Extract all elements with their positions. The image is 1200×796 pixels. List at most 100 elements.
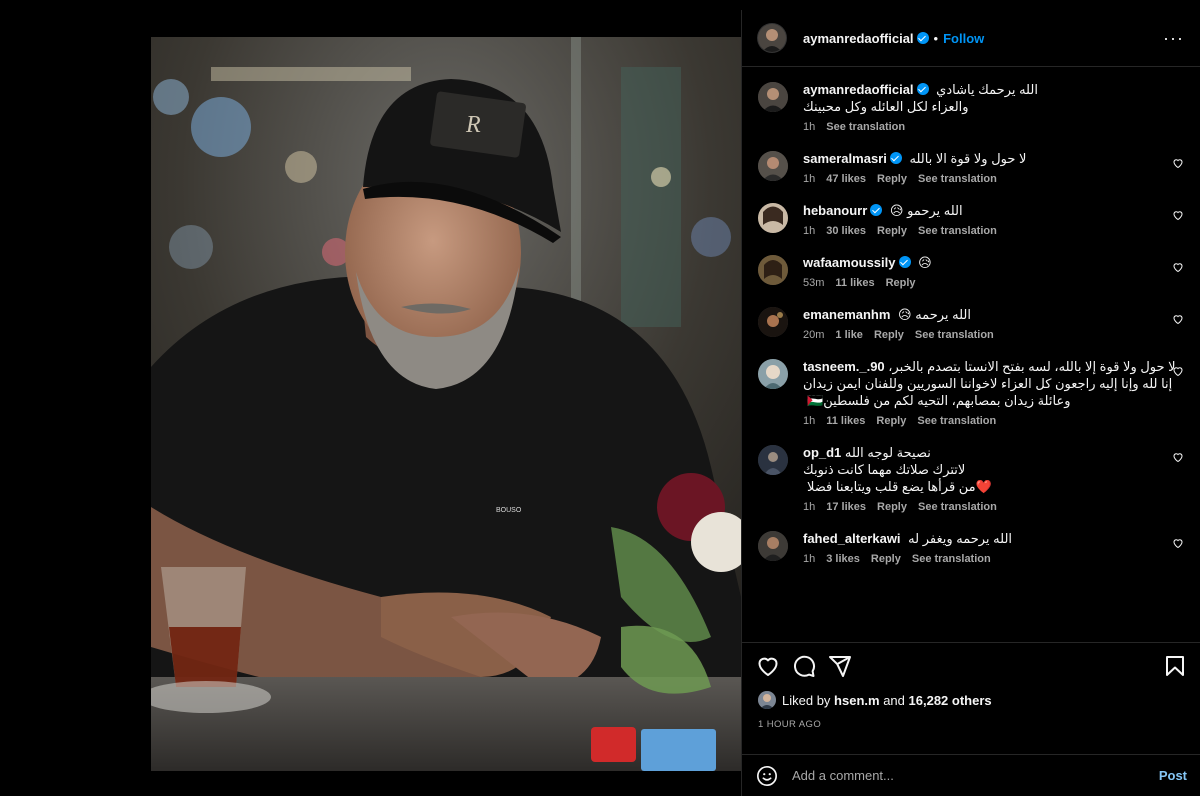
commenter-username[interactable]: sameralmasri [803, 151, 887, 166]
post-caption: aymanredaofficial الله يرحمك ياشادي والع… [742, 81, 1200, 133]
likes-prefix: Liked by [782, 692, 831, 708]
comment-item: sameralmasri لا حول ولا قوة الا بالله 1h… [742, 150, 1200, 185]
comment-time[interactable]: 1h [803, 415, 815, 427]
comment-likes[interactable]: 11 likes [835, 277, 874, 289]
svg-text:R: R [465, 112, 481, 138]
verified-icon [916, 32, 929, 44]
reply-button[interactable]: Reply [874, 329, 904, 341]
comment-text: 😥 [918, 255, 932, 270]
caption-see-translation[interactable]: See translation [826, 121, 905, 133]
heart-icon[interactable] [1172, 261, 1184, 273]
commenter-username[interactable]: fahed_alterkawi [803, 531, 901, 546]
comment-likes[interactable]: 30 likes [826, 225, 866, 237]
heart-icon[interactable] [1172, 157, 1184, 169]
bookmark-icon[interactable] [1163, 654, 1187, 678]
see-translation-button[interactable]: See translation [917, 415, 996, 427]
reply-button[interactable]: Reply [877, 173, 907, 185]
caption-line-2: والعزاء لكل العائله وكل محبينك [803, 99, 969, 114]
comment-item: fahed_alterkawi الله يرحمه ويغفر له 1h 3… [742, 530, 1200, 565]
comment-item: op_d1 نصيحة لوجه الله لاتترك صلاتك مهما … [742, 444, 1200, 513]
verified-icon [916, 83, 929, 95]
verified-icon [870, 204, 883, 216]
see-translation-button[interactable]: See translation [918, 173, 997, 185]
post-comment-button[interactable]: Post [1159, 768, 1187, 783]
commenter-avatar[interactable] [758, 151, 788, 181]
comment-item: hebanourr الله يرحمو 😥 1h 30 likes Reply… [742, 202, 1200, 237]
likes-others[interactable]: 16,282 others [909, 693, 992, 708]
comment-icon[interactable] [792, 654, 816, 678]
commenter-username[interactable]: wafaamoussily [803, 255, 896, 270]
commenter-avatar[interactable] [758, 359, 788, 389]
see-translation-button[interactable]: See translation [912, 553, 991, 565]
comment-time[interactable]: 20m [803, 329, 824, 341]
comment-text: الله يرحمه 😥 [898, 307, 971, 322]
comment-text: لا حول ولا قوة الا بالله [909, 151, 1027, 166]
see-translation-button[interactable]: See translation [915, 329, 994, 341]
share-icon[interactable] [828, 654, 852, 678]
shirt-logo-text: BOUSO [496, 507, 522, 514]
commenter-avatar[interactable] [758, 203, 788, 233]
see-translation-button[interactable]: See translation [918, 225, 997, 237]
heart-icon[interactable] [756, 654, 780, 678]
post-timestamp[interactable]: 1 HOUR AGO [742, 711, 1200, 730]
emoji-icon[interactable] [756, 765, 778, 787]
caption-username[interactable]: aymanredaofficial [803, 82, 914, 97]
likes-summary: Liked by hsen.m and 16,282 others [742, 689, 1200, 711]
comment-input[interactable] [792, 768, 1159, 783]
comment-likes[interactable]: 17 likes [826, 501, 866, 513]
commenter-username[interactable]: hebanourr [803, 203, 867, 218]
verified-icon [889, 152, 902, 164]
comment-text: الله يرحمه ويغفر له [908, 531, 1013, 546]
reply-button[interactable]: Reply [871, 553, 901, 565]
heart-icon[interactable] [1172, 537, 1184, 549]
comment-likes[interactable]: 1 like [835, 329, 863, 341]
comments-list[interactable]: aymanredaofficial الله يرحمك ياشادي والع… [742, 67, 1200, 641]
commenter-avatar[interactable] [758, 531, 788, 561]
comment-composer: Post [742, 754, 1200, 796]
more-icon[interactable]: ··· [1163, 28, 1184, 49]
comment-time[interactable]: 1h [803, 553, 815, 565]
caption-time[interactable]: 1h [803, 121, 815, 133]
author-username[interactable]: aymanredaofficial [803, 31, 914, 46]
heart-icon[interactable] [1172, 313, 1184, 325]
heart-icon[interactable] [1172, 365, 1184, 377]
post-photo[interactable]: R BOUSO [151, 37, 741, 771]
comment-time[interactable]: 1h [803, 501, 815, 513]
action-icons [742, 643, 1200, 689]
liker-avatar[interactable] [758, 691, 776, 709]
reply-button[interactable]: Reply [877, 225, 907, 237]
photo-illustration: R BOUSO [151, 37, 741, 771]
post-actions: Liked by hsen.m and 16,282 others 1 HOUR… [742, 642, 1200, 730]
caption-line-1: الله يرحمك ياشادي [936, 82, 1038, 97]
author-avatar[interactable] [758, 24, 786, 52]
heart-icon[interactable] [1172, 209, 1184, 221]
reply-button[interactable]: Reply [876, 415, 906, 427]
comment-item: wafaamoussily 😥 53m 11 likes Reply [742, 254, 1200, 289]
separator-dot: • [933, 30, 939, 46]
comment-item: emanemanhm الله يرحمه 😥 20m 1 like Reply… [742, 306, 1200, 341]
commenter-avatar[interactable] [758, 307, 788, 337]
post-header: aymanredaofficial • Follow ··· [742, 10, 1200, 67]
comment-time[interactable]: 1h [803, 173, 815, 185]
caption-avatar[interactable] [758, 82, 788, 112]
follow-button[interactable]: Follow [943, 31, 984, 46]
post-side-panel: aymanredaofficial • Follow ··· aymanreda… [741, 10, 1200, 796]
see-translation-button[interactable]: See translation [918, 501, 997, 513]
commenter-username[interactable]: emanemanhm [803, 307, 890, 322]
reply-button[interactable]: Reply [886, 277, 916, 289]
commenter-username[interactable]: tasneem._.90 [803, 359, 885, 374]
comment-likes[interactable]: 47 likes [826, 173, 866, 185]
reply-button[interactable]: Reply [877, 501, 907, 513]
comment-item: tasneem._.90 لا حول ولا قوة إلا بالله، ل… [742, 358, 1200, 427]
verified-icon [898, 256, 911, 268]
liker-username[interactable]: hsen.m [834, 693, 880, 708]
comment-likes[interactable]: 3 likes [826, 553, 860, 565]
commenter-avatar[interactable] [758, 255, 788, 285]
heart-icon[interactable] [1172, 451, 1184, 463]
commenter-avatar[interactable] [758, 445, 788, 475]
comment-time[interactable]: 1h [803, 225, 815, 237]
comment-likes[interactable]: 11 likes [826, 415, 865, 427]
comment-time[interactable]: 53m [803, 277, 824, 289]
likes-joiner: and [883, 692, 905, 708]
commenter-username[interactable]: op_d1 [803, 445, 841, 460]
